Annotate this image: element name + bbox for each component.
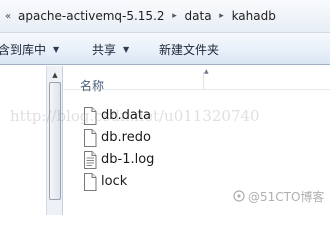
list-item[interactable]: db.data: [82, 105, 151, 126]
list-item[interactable]: db.redo: [82, 127, 151, 148]
breadcrumb-separator-icon[interactable]: ▸: [168, 11, 182, 21]
list-item[interactable]: db-1.log: [82, 149, 154, 170]
navigation-pane[interactable]: [0, 66, 46, 215]
blank-file-icon: [84, 128, 97, 147]
scrollbar-thumb[interactable]: [49, 82, 61, 200]
share-label: 共享: [92, 42, 117, 57]
breadcrumb: « apache-activemq-5.15.2 ▸ data ▸ kahadb: [0, 6, 279, 26]
command-toolbar: 含到库中 ▼ 共享 ▼ 新建文件夹: [0, 33, 330, 65]
file-name: db.data: [101, 108, 151, 123]
file-name: db-1.log: [101, 152, 155, 167]
include-in-library-label: 含到库中: [0, 42, 47, 57]
list-item[interactable]: lock: [82, 171, 127, 192]
new-folder-label: 新建文件夹: [159, 42, 220, 57]
column-header-row: ▲ 名称: [63, 66, 330, 93]
scroll-up-arrow-icon[interactable]: ▲: [49, 69, 61, 81]
file-list-pane: ▲ 名称 db.data db.redo db-1.log lock: [63, 66, 330, 215]
blank-file-icon: [84, 172, 97, 191]
blank-file-icon: [84, 106, 97, 125]
chevron-down-icon: ▼: [123, 44, 130, 54]
address-bar[interactable]: « apache-activemq-5.15.2 ▸ data ▸ kahadb: [0, 0, 330, 33]
sort-ascending-icon: ▲: [204, 68, 209, 75]
breadcrumb-separator-icon[interactable]: ▸: [215, 11, 229, 21]
chevron-down-icon: ▼: [53, 44, 60, 54]
breadcrumb-item-activemq[interactable]: apache-activemq-5.15.2: [15, 9, 168, 23]
new-folder-button[interactable]: 新建文件夹: [159, 40, 219, 58]
breadcrumb-item-data[interactable]: data: [182, 9, 215, 23]
explorer-window: « apache-activemq-5.15.2 ▸ data ▸ kahadb…: [0, 0, 330, 215]
column-divider[interactable]: [203, 72, 204, 90]
breadcrumb-overflow-button[interactable]: «: [0, 11, 15, 22]
include-in-library-button[interactable]: 含到库中 ▼: [0, 40, 59, 58]
file-name: db.redo: [101, 130, 151, 145]
breadcrumb-item-kahadb[interactable]: kahadb: [229, 9, 279, 23]
share-button[interactable]: 共享 ▼: [92, 40, 129, 58]
column-header-name[interactable]: 名称: [80, 77, 104, 94]
navigation-pane-scrollbar[interactable]: ▲: [46, 66, 63, 215]
file-name: lock: [101, 174, 128, 189]
text-file-icon: [84, 150, 97, 169]
